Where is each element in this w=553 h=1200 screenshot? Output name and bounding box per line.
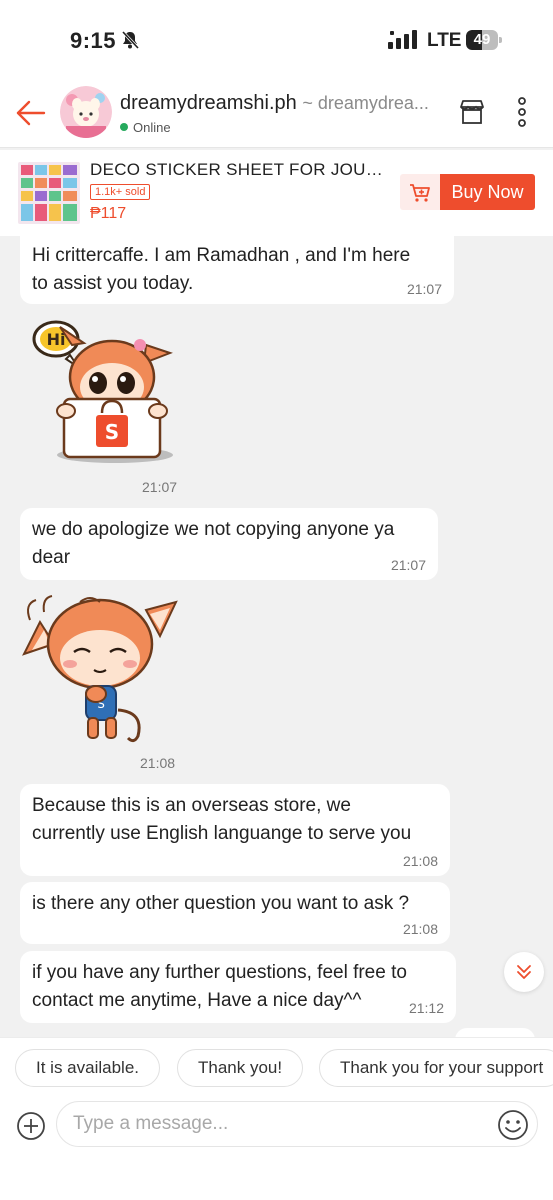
quick-reply-chip[interactable]: Thank you for your support: [319, 1049, 553, 1087]
message-bubble: we do apologize we not copying anyone ya…: [20, 508, 438, 580]
scroll-to-bottom-button[interactable]: [504, 952, 544, 992]
battery-indicator: 49: [466, 30, 502, 50]
plus-icon[interactable]: [16, 1111, 46, 1141]
online-status: Online: [120, 120, 171, 135]
message-input[interactable]: [56, 1101, 538, 1147]
online-label: Online: [133, 120, 171, 135]
message-line: if you have any further questions, feel …: [32, 962, 407, 983]
store-icon[interactable]: [458, 98, 486, 126]
message-time: 21:07: [390, 557, 426, 573]
online-dot-icon: [120, 123, 128, 131]
product-card[interactable]: DECO STICKER SHEET FOR JOUR... 1.1k+ sol…: [0, 150, 553, 236]
back-arrow-icon[interactable]: [14, 96, 48, 130]
product-title: DECO STICKER SHEET FOR JOUR...: [90, 160, 390, 179]
shy-monkey-sticker: S: [22, 595, 178, 743]
message-time: 21:12: [408, 1000, 444, 1016]
more-options-icon[interactable]: [512, 96, 532, 128]
message-line: contact me anytime, Have a nice day^^: [32, 990, 362, 1011]
message-bubble: Because this is an overseas store, we cu…: [20, 784, 450, 876]
product-price: ₱117: [90, 205, 127, 222]
message-line: currently use English languange to serve…: [32, 823, 412, 844]
hi-bag-sticker: Hi S: [32, 320, 173, 463]
message-time: 21:08: [140, 755, 176, 771]
shop-handle: ~ dreamydrea...: [302, 93, 429, 113]
sticker-hi-text: Hi: [47, 330, 66, 349]
message-time: 21:08: [402, 853, 438, 869]
message-time: 21:07: [406, 281, 442, 297]
network-type: LTE: [427, 30, 462, 51]
shop-title[interactable]: dreamydreamshi.ph ~ dreamydrea...: [120, 92, 440, 115]
message-time: 21:07: [142, 479, 178, 495]
chat-header: dreamydreamshi.ph ~ dreamydrea... Online: [0, 80, 553, 148]
message-line: we do apologize we not copying anyone ya: [32, 519, 395, 540]
message-time: 21:08: [402, 921, 438, 937]
message-composer: [0, 1097, 553, 1200]
shop-name: dreamydreamshi.ph: [120, 92, 297, 114]
add-to-cart-button[interactable]: [400, 174, 440, 210]
cart-icon: [410, 184, 430, 202]
status-time: 9:15: [70, 28, 117, 53]
svg-text:S: S: [105, 420, 119, 444]
status-bar: 9:15 LTE 49: [0, 0, 553, 80]
battery-level: 49: [473, 31, 491, 48]
quick-reply-chip[interactable]: It is available.: [15, 1049, 160, 1087]
double-chevron-down-icon: [517, 965, 531, 979]
message-line: to assist you today.: [32, 273, 194, 294]
sold-badge: 1.1k+ sold: [90, 184, 151, 200]
quick-replies-bar: It is available. Thank you! Thank you fo…: [0, 1037, 553, 1097]
message-line: Hi crittercaffe. I am Ramadhan , and I'm…: [32, 245, 411, 266]
message-bubble: is there any other question you want to …: [20, 882, 450, 944]
emoji-icon[interactable]: [497, 1109, 529, 1141]
bell-slash-icon: [121, 30, 140, 50]
quick-reply-chip[interactable]: Thank you!: [177, 1049, 304, 1087]
signal-icon: [388, 30, 417, 49]
message-bubble: if you have any further questions, feel …: [20, 951, 456, 1023]
buy-now-button[interactable]: Buy Now: [440, 174, 535, 210]
shop-avatar[interactable]: [60, 86, 112, 138]
message-line: is there any other question you want to …: [32, 893, 410, 914]
message-line: Because this is an overseas store, we: [32, 795, 351, 816]
message-bubble: Hi crittercaffe. I am Ramadhan , and I'm…: [20, 234, 454, 304]
product-thumbnail[interactable]: [18, 162, 80, 224]
message-line: dear: [32, 547, 71, 568]
